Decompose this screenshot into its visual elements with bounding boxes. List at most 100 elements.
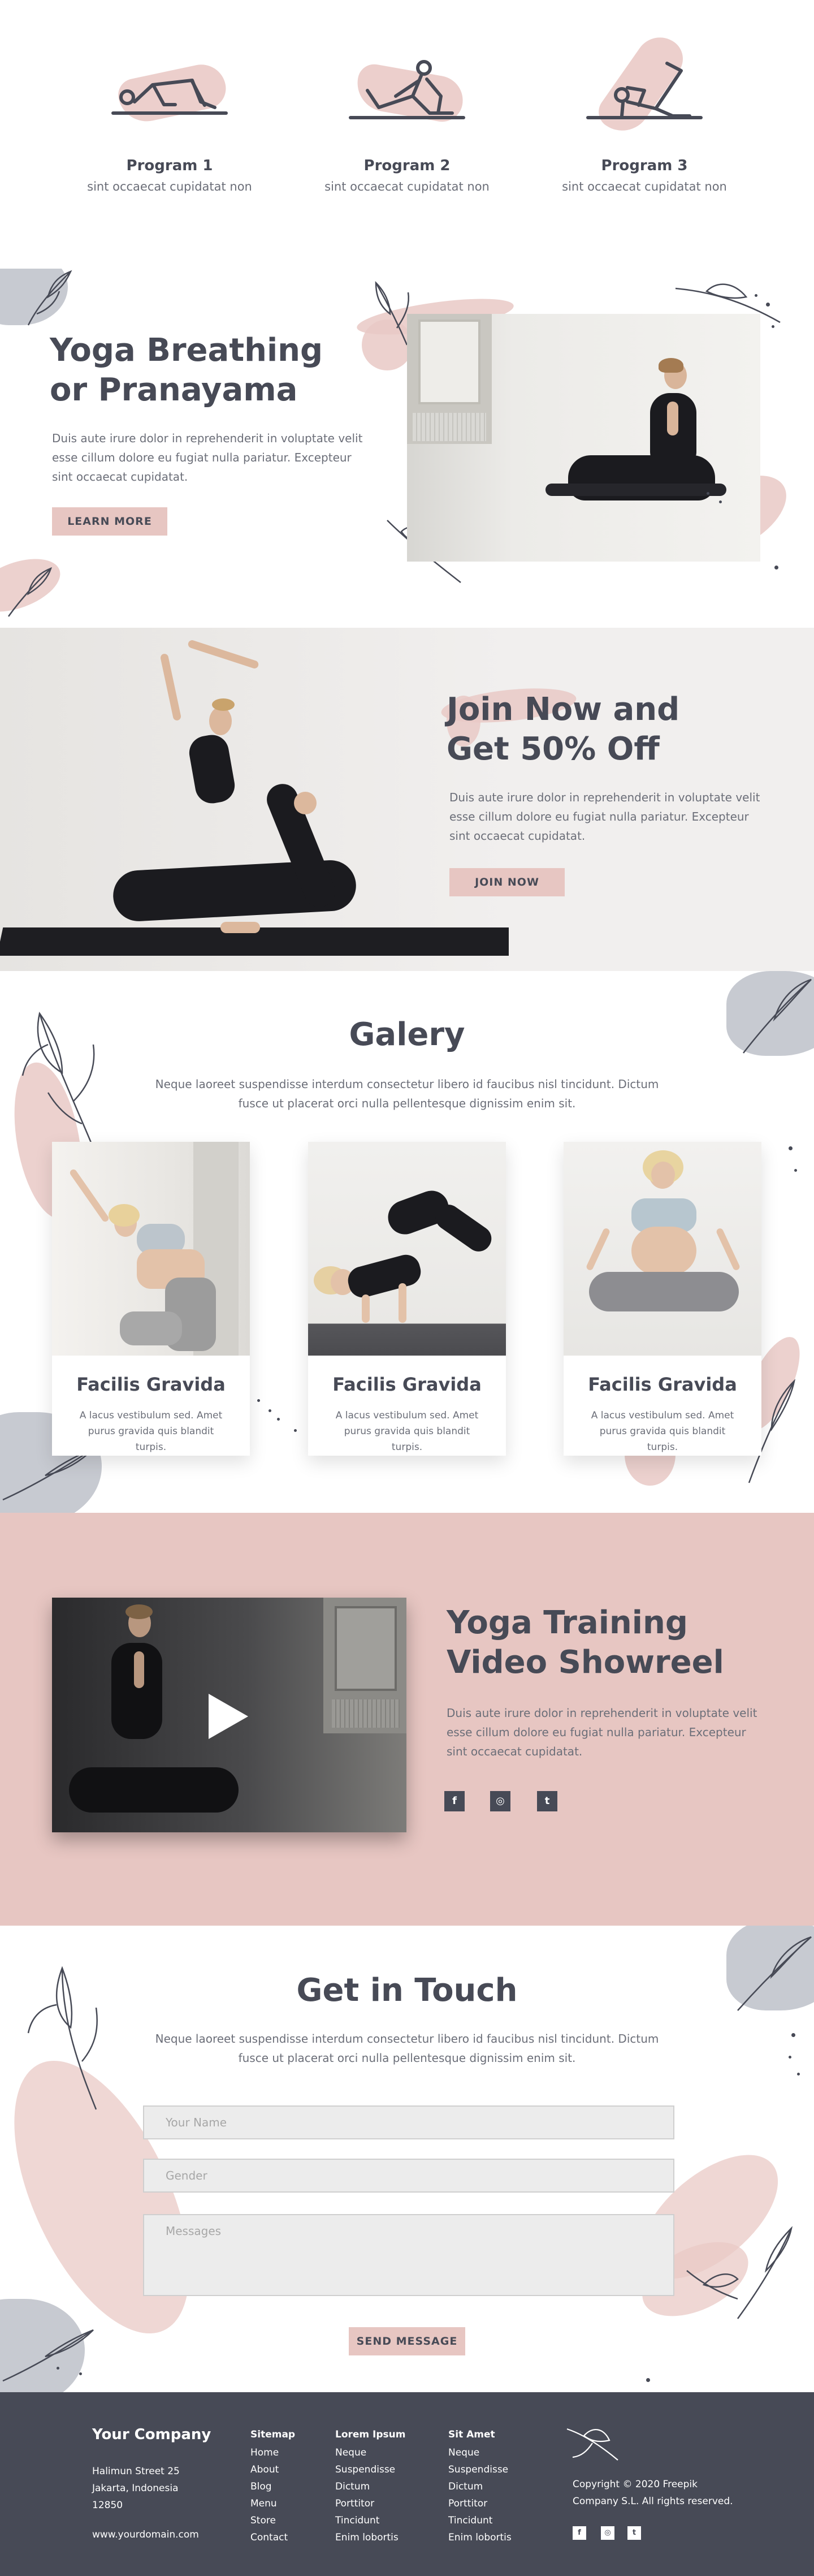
footer-sit-amet-column: Sit Amet Neque Suspendisse Dictum Portti… bbox=[448, 2426, 512, 2546]
leaf-decor-icon bbox=[27, 270, 72, 326]
program-title: Program 2 bbox=[363, 157, 451, 174]
footer-link[interactable]: Porttitor bbox=[448, 2495, 512, 2512]
program-card-1[interactable]: Program 1 sint occaecat cupidatat non bbox=[62, 40, 277, 193]
footer-website-link[interactable]: www.yourdomain.com bbox=[92, 2529, 199, 2540]
instagram-icon[interactable]: ◎ bbox=[601, 2526, 614, 2540]
program-card-3[interactable]: Program 3 sint occaecat cupidatat non bbox=[537, 28, 752, 193]
galery-photo-3 bbox=[564, 1142, 761, 1356]
instagram-icon[interactable]: ◎ bbox=[490, 1791, 510, 1811]
footer-link[interactable]: Tincidunt bbox=[448, 2512, 512, 2529]
contact-section: Get in Touch Neque laoreet suspendisse i… bbox=[0, 1926, 814, 2392]
galery-photo-2 bbox=[308, 1142, 506, 1356]
footer-link[interactable]: Menu bbox=[250, 2495, 295, 2512]
footer-link[interactable]: Neque bbox=[448, 2444, 512, 2461]
twitter-icon[interactable]: t bbox=[537, 1791, 557, 1811]
name-input[interactable]: Your Name bbox=[143, 2105, 674, 2139]
address-line: 12850 bbox=[92, 2500, 123, 2511]
galery-photo-1 bbox=[52, 1142, 250, 1356]
facebook-icon[interactable]: f bbox=[444, 1791, 465, 1811]
facebook-icon[interactable]: f bbox=[573, 2526, 586, 2540]
footer-column-heading: Lorem Ipsum bbox=[335, 2429, 406, 2440]
footer-column-heading: Sit Amet bbox=[448, 2429, 495, 2440]
contact-title: Get in Touch bbox=[296, 1972, 518, 2009]
card-title: Facilis Gravida bbox=[332, 1374, 482, 1395]
leaf-decor-icon bbox=[686, 2226, 793, 2319]
yoga-pose-leg-raise-icon bbox=[586, 62, 703, 119]
card-text: A lacus vestibulum sed. Amet purus gravi… bbox=[335, 1410, 479, 1453]
program-2-illustration bbox=[334, 40, 480, 141]
program-3-illustration bbox=[571, 28, 718, 142]
address-line: Jakarta, Indonesia bbox=[92, 2483, 179, 2494]
pranayama-title-line1: Yoga Breathing bbox=[50, 332, 323, 369]
footer-address: Halimun Street 25 Jakarta, Indonesia 128… bbox=[92, 2463, 180, 2514]
footer-link[interactable]: Tincidunt bbox=[335, 2512, 406, 2529]
programs-section: Program 1 sint occaecat cupidatat non Pr… bbox=[0, 0, 814, 269]
program-subtitle: sint occaecat cupidatat non bbox=[324, 180, 490, 193]
card-text: A lacus vestibulum sed. Amet purus gravi… bbox=[79, 1410, 223, 1453]
footer-lorem-column: Lorem Ipsum Neque Suspendisse Dictum Por… bbox=[335, 2426, 406, 2546]
join-now-button[interactable]: JOIN NOW bbox=[449, 868, 565, 896]
footer-link[interactable]: Store bbox=[250, 2512, 295, 2529]
page: Program 1 sint occaecat cupidatat non Pr… bbox=[0, 0, 814, 2576]
twitter-icon[interactable]: t bbox=[627, 2526, 641, 2540]
pranayama-title: Yoga Breathing or Pranayama bbox=[50, 331, 323, 410]
showreel-title-line1: Yoga Training bbox=[447, 1604, 688, 1641]
program-subtitle: sint occaecat cupidatat non bbox=[87, 180, 252, 193]
yoga-pose-seated-stretch-icon bbox=[349, 60, 465, 119]
messages-textarea[interactable]: Messages bbox=[143, 2214, 674, 2296]
footer-link[interactable]: Porttitor bbox=[335, 2495, 406, 2512]
pranayama-title-line2: or Pranayama bbox=[50, 372, 298, 408]
join-title-line2: Get 50% Off bbox=[447, 731, 660, 767]
join-now-section: Join Now and Get 50% Off Duis aute irure… bbox=[0, 628, 814, 971]
join-title-line1: Join Now and bbox=[447, 691, 680, 728]
galery-text: Neque laoreet suspendisse interdum conse… bbox=[155, 1077, 659, 1110]
yoga-pose-bridge-icon bbox=[111, 79, 228, 115]
play-icon[interactable] bbox=[206, 1691, 251, 1742]
meditation-photo bbox=[407, 314, 760, 562]
galery-card-1[interactable]: Facilis Gravida A lacus vestibulum sed. … bbox=[52, 1142, 250, 1456]
footer-link[interactable]: Suspendisse bbox=[335, 2461, 406, 2478]
showreel-title-line2: Video Showreel bbox=[447, 1644, 724, 1681]
copyright-line: Company S.L. All rights reserved. bbox=[573, 2496, 733, 2507]
footer-link[interactable]: Dictum bbox=[335, 2478, 406, 2495]
card-text: A lacus vestibulum sed. Amet purus gravi… bbox=[591, 1410, 734, 1453]
program-card-2[interactable]: Program 2 sint occaecat cupidatat non bbox=[300, 40, 514, 193]
footer-link[interactable]: Enim lobortis bbox=[448, 2529, 512, 2546]
galery-title: Galery bbox=[349, 1016, 465, 1053]
showreel-text: Duis aute irure dolor in reprehenderit i… bbox=[447, 1706, 757, 1758]
footer-link[interactable]: Contact bbox=[250, 2529, 295, 2546]
contact-text: Neque laoreet suspendisse interdum conse… bbox=[155, 2032, 659, 2065]
leaf-decor-icon bbox=[7, 567, 53, 617]
gender-field[interactable]: Gender bbox=[143, 2159, 674, 2193]
galery-section: Galery Neque laoreet suspendisse interdu… bbox=[0, 971, 814, 1513]
leaf-decor-icon bbox=[375, 281, 410, 346]
pranayama-text: Duis aute irure dolor in reprehenderit i… bbox=[52, 432, 363, 484]
join-title: Join Now and Get 50% Off bbox=[447, 690, 679, 769]
showreel-section: Yoga Training Video Showreel Duis aute i… bbox=[0, 1513, 814, 1926]
copyright-line: Copyright © 2020 Freepik bbox=[573, 2479, 698, 2490]
footer-link[interactable]: Suspendisse bbox=[448, 2461, 512, 2478]
leaf-logo-icon bbox=[566, 2428, 618, 2461]
footer: Your Company Halimun Street 25 Jakarta, … bbox=[0, 2392, 814, 2576]
footer-link[interactable]: Home bbox=[250, 2444, 295, 2461]
card-title: Facilis Gravida bbox=[76, 1374, 226, 1395]
learn-more-button[interactable]: LEARN MORE bbox=[52, 507, 167, 536]
footer-column-heading: Sitemap bbox=[250, 2429, 296, 2440]
galery-card-2[interactable]: Facilis Gravida A lacus vestibulum sed. … bbox=[308, 1142, 506, 1456]
footer-link[interactable]: Enim lobortis bbox=[335, 2529, 406, 2546]
footer-copyright: Copyright © 2020 Freepik Company S.L. Al… bbox=[573, 2476, 733, 2510]
send-message-button[interactable]: SEND MESSAGE bbox=[349, 2327, 465, 2355]
footer-link[interactable]: Dictum bbox=[448, 2478, 512, 2495]
showreel-title: Yoga Training Video Showreel bbox=[447, 1603, 724, 1682]
footer-link[interactable]: Blog bbox=[250, 2478, 295, 2495]
join-text: Duis aute irure dolor in reprehenderit i… bbox=[449, 791, 760, 843]
program-title: Program 3 bbox=[601, 157, 688, 174]
footer-brand: Your Company bbox=[92, 2426, 211, 2443]
galery-card-3[interactable]: Facilis Gravida A lacus vestibulum sed. … bbox=[564, 1142, 761, 1456]
footer-link[interactable]: About bbox=[250, 2461, 295, 2478]
footer-sitemap-column: Sitemap Home About Blog Menu Store Conta… bbox=[250, 2426, 295, 2546]
video-thumbnail[interactable] bbox=[52, 1598, 406, 1832]
yoga-pose-photo bbox=[0, 628, 509, 971]
footer-link[interactable]: Neque bbox=[335, 2444, 406, 2461]
pranayama-section: Yoga Breathing or Pranayama Duis aute ir… bbox=[0, 269, 814, 628]
